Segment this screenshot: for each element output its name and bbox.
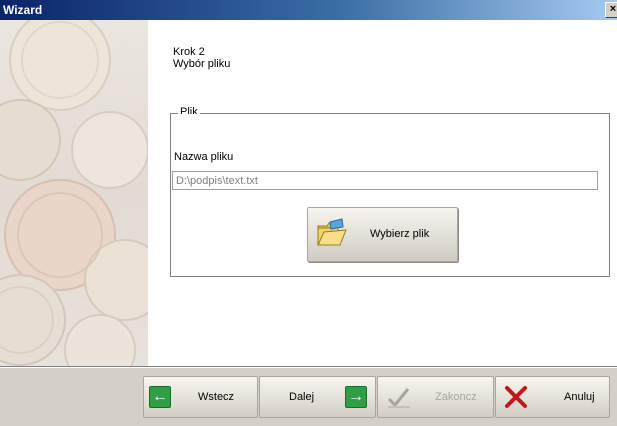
checkmark-icon <box>387 388 410 408</box>
cancel-label: Anuluj <box>564 391 595 403</box>
arrow-right-icon: → <box>345 386 367 408</box>
step-description: Wybór pliku <box>173 58 231 70</box>
next-button[interactable]: Dalej → <box>259 376 376 418</box>
folder-open-icon <box>317 218 347 246</box>
x-icon <box>505 386 527 408</box>
back-button[interactable]: ← Wstecz <box>143 376 258 418</box>
choose-file-button[interactable]: Wybierz plik <box>307 207 458 262</box>
next-label: Dalej <box>289 391 315 403</box>
finish-button[interactable]: Zakoncz <box>377 376 494 418</box>
window-title: Wizard <box>3 3 43 17</box>
button-bar-separator <box>0 366 617 368</box>
back-label: Wstecz <box>198 391 235 403</box>
choose-file-label: Wybierz plik <box>370 228 430 240</box>
finish-label: Zakoncz <box>435 391 477 403</box>
cancel-button[interactable]: Anuluj <box>495 376 610 418</box>
title-bar: Wizard × <box>0 0 617 20</box>
coins-side-image <box>0 20 148 366</box>
file-name-input[interactable] <box>172 171 598 190</box>
step-number: Krok 2 <box>173 46 205 58</box>
close-button[interactable]: × <box>605 2 617 18</box>
arrow-left-icon: ← <box>149 386 171 408</box>
file-name-label: Nazwa pliku <box>174 151 234 163</box>
groupbox-legend: Plik <box>178 106 200 118</box>
step-header: Krok 2 Wybór pliku <box>173 46 230 70</box>
